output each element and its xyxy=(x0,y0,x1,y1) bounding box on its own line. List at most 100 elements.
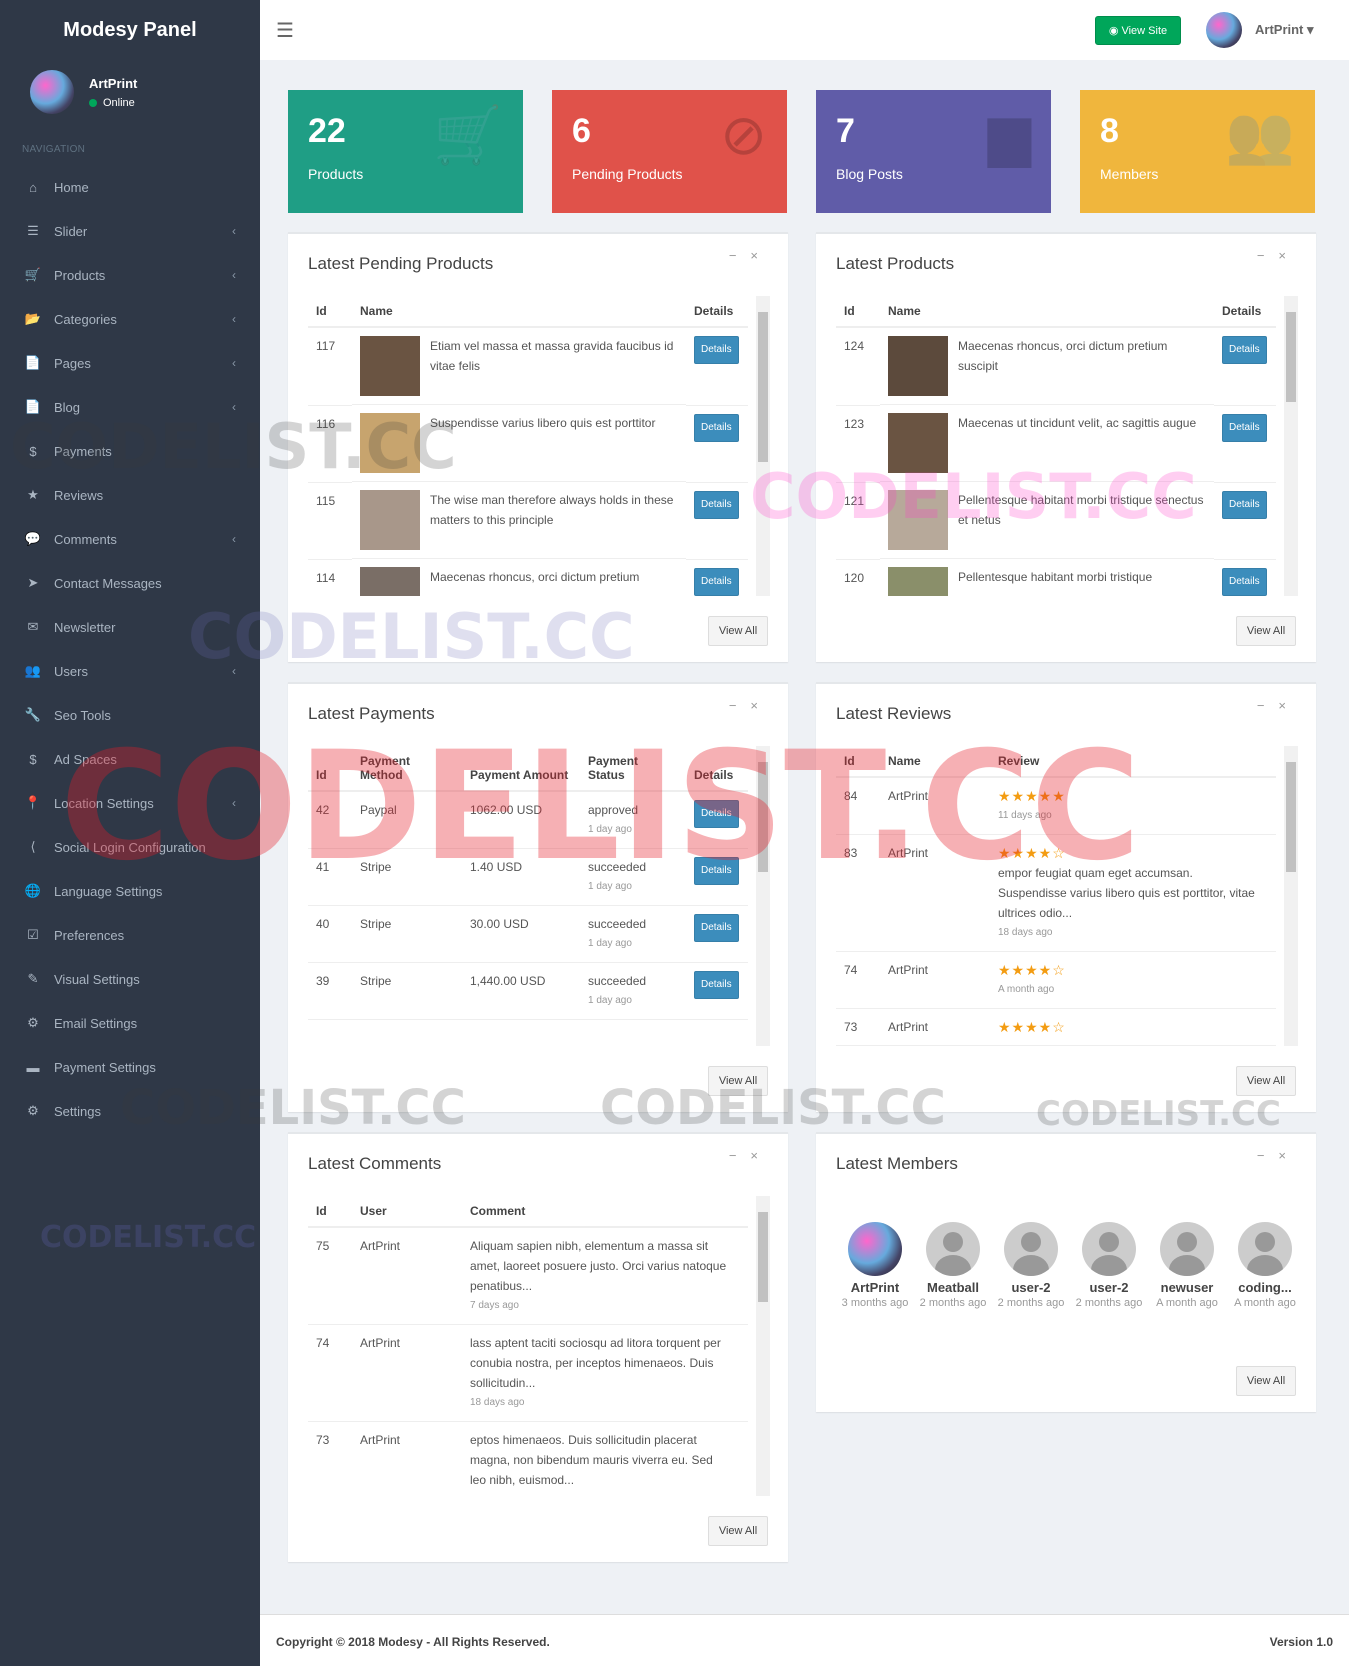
details-button[interactable]: Details xyxy=(694,857,739,885)
scrollbar[interactable] xyxy=(756,296,770,596)
table-row: 74 ArtPrint lass aptent taciti sociosqu ad… xyxy=(308,1324,748,1422)
sidebar-item-contact-messages[interactable]: ➤ Contact Messages xyxy=(0,561,260,605)
nav-label: Blog xyxy=(54,399,81,415)
product-name[interactable]: Pellentesque habitant morbi tristique se… xyxy=(958,490,1206,550)
scrollbar[interactable] xyxy=(756,746,770,1046)
box-title: Latest Reviews xyxy=(836,704,952,723)
product-name[interactable]: The wise man therefore always holds in t… xyxy=(430,490,678,550)
details-button[interactable]: Details xyxy=(694,800,739,828)
box-tools[interactable]: −× xyxy=(729,698,772,713)
products-table: Id Name Details 124 Maecenas rhoncus, orc… xyxy=(836,296,1276,596)
box-tools[interactable]: −× xyxy=(729,1148,772,1163)
scrollbar[interactable] xyxy=(1284,296,1298,596)
remove-icon: × xyxy=(750,248,772,263)
sidebar-item-blog[interactable]: 📄 Blog ‹ xyxy=(0,385,260,429)
sidebar-item-seo-tools[interactable]: 🔧 Seo Tools xyxy=(0,693,260,737)
sidebar-item-language-settings[interactable]: 🌐 Language Settings xyxy=(0,869,260,913)
details-button[interactable]: Details xyxy=(1222,413,1267,442)
sidebar-item-payments[interactable]: $ Payments xyxy=(0,429,260,473)
stat-label: Products xyxy=(308,166,364,182)
details-button[interactable]: Details xyxy=(694,914,739,942)
member-item[interactable]: coding... A month ago xyxy=(1226,1222,1304,1309)
product-name[interactable]: Maecenas rhoncus, orci dictum pretium su… xyxy=(958,336,1206,396)
nav-icon: ☑ xyxy=(27,927,39,942)
latest-products-box: Latest Products −× Id Name Details 124 Ma… xyxy=(816,232,1316,662)
product-name[interactable]: Etiam vel massa et massa gravida faucibu… xyxy=(430,336,678,396)
chevron-left-icon: ‹ xyxy=(232,356,236,370)
sidebar-item-ad-spaces[interactable]: $ Ad Spaces xyxy=(0,737,260,781)
sidebar-item-settings[interactable]: ⚙ Settings xyxy=(0,1089,260,1133)
product-name[interactable]: Maecenas ut tincidunt velit, ac sagittis… xyxy=(958,413,1196,473)
stat-icon: 👥 xyxy=(1225,103,1295,166)
table-row: 124 Maecenas rhoncus, orci dictum pretium… xyxy=(836,327,1276,406)
user-name: ArtPrint xyxy=(89,75,138,91)
stat-box[interactable]: 7 Blog Posts ▆ xyxy=(816,90,1051,213)
remove-icon: × xyxy=(1278,248,1300,263)
eye-icon: ◉ xyxy=(1108,25,1119,37)
sidebar-item-home[interactable]: ⌂ Home xyxy=(0,165,260,209)
view-all-button[interactable]: View All xyxy=(708,616,768,646)
nav-label: Payment Settings xyxy=(54,1059,156,1075)
sidebar-item-pages[interactable]: 📄 Pages ‹ xyxy=(0,341,260,385)
view-all-button[interactable]: View All xyxy=(708,1066,768,1096)
sidebar-item-slider[interactable]: ☰ Slider ‹ xyxy=(0,209,260,253)
sidebar-item-newsletter[interactable]: ✉ Newsletter xyxy=(0,605,260,649)
member-item[interactable]: newuser A month ago xyxy=(1148,1222,1226,1309)
box-tools[interactable]: −× xyxy=(1257,698,1300,713)
view-site-button[interactable]: ◉ View Site xyxy=(1095,16,1181,45)
member-item[interactable]: Meatball 2 months ago xyxy=(914,1222,992,1309)
details-button[interactable]: Details xyxy=(694,490,739,519)
member-item[interactable]: ArtPrint 3 months ago xyxy=(836,1222,914,1309)
sidebar-item-comments[interactable]: 💬 Comments ‹ xyxy=(0,517,260,561)
sidebar-item-categories[interactable]: 📂 Categories ‹ xyxy=(0,297,260,341)
nav-icon: $ xyxy=(29,751,37,767)
nav-label: Categories xyxy=(54,311,117,327)
stat-icon: ⊘ xyxy=(720,103,767,166)
stat-box[interactable]: 8 Members 👥 xyxy=(1080,90,1315,213)
product-name[interactable]: Pellentesque habitant morbi tristique xyxy=(958,567,1152,596)
box-tools[interactable]: −× xyxy=(729,248,772,263)
view-all-button[interactable]: View All xyxy=(1236,616,1296,646)
box-tools[interactable]: −× xyxy=(1257,248,1300,263)
scrollbar[interactable] xyxy=(756,1196,770,1496)
details-button[interactable]: Details xyxy=(1222,490,1267,519)
user-dropdown[interactable]: ArtPrint ▾ xyxy=(1255,22,1314,38)
view-all-button[interactable]: View All xyxy=(1236,1066,1296,1096)
payments-box: Latest Payments −× Id Payment Method Pay… xyxy=(288,682,788,1112)
sidebar-item-preferences[interactable]: ☑ Preferences xyxy=(0,913,260,957)
details-button[interactable]: Details xyxy=(694,971,739,999)
details-button[interactable]: Details xyxy=(1222,336,1267,364)
member-item[interactable]: user-2 2 months ago xyxy=(992,1222,1070,1309)
avatar xyxy=(1082,1222,1136,1276)
details-button[interactable]: Details xyxy=(694,413,739,442)
menu-toggle-icon[interactable]: ☰ xyxy=(276,18,294,43)
details-button[interactable]: Details xyxy=(694,567,739,596)
sidebar-item-users[interactable]: 👥 Users ‹ xyxy=(0,649,260,693)
sidebar-item-social-login-configuration[interactable]: ⟨ Social Login Configuration xyxy=(0,825,260,869)
stat-box[interactable]: 6 Pending Products ⊘ xyxy=(552,90,787,213)
details-button[interactable]: Details xyxy=(694,336,739,364)
sidebar-item-location-settings[interactable]: 📍 Location Settings ‹ xyxy=(0,781,260,825)
product-name[interactable]: Suspendisse varius libero quis est portt… xyxy=(430,413,655,473)
product-name[interactable]: Maecenas rhoncus, orci dictum pretium xyxy=(430,567,639,596)
sidebar-item-visual-settings[interactable]: ✎ Visual Settings xyxy=(0,957,260,1001)
nav-icon: 📄 xyxy=(24,399,42,414)
stat-box[interactable]: 22 Products 🛒 xyxy=(288,90,523,213)
stat-number: 22 xyxy=(308,112,346,150)
nav-menu: ⌂ Home ☰ Slider ‹ 🛒 Products ‹ 📂 Categories ‹ 📄 Page… xyxy=(0,165,260,1133)
sidebar-item-reviews[interactable]: ★ Reviews xyxy=(0,473,260,517)
sidebar-item-products[interactable]: 🛒 Products ‹ xyxy=(0,253,260,297)
product-image xyxy=(888,490,948,550)
member-item[interactable]: user-2 2 months ago xyxy=(1070,1222,1148,1309)
brand-logo[interactable]: Modesy Panel xyxy=(0,0,260,60)
footer: Copyright © 2018 Modesy - All Rights Res… xyxy=(260,1614,1349,1666)
view-all-button[interactable]: View All xyxy=(1236,1366,1296,1396)
chevron-left-icon: ‹ xyxy=(232,400,236,414)
sidebar-item-email-settings[interactable]: ⚙ Email Settings xyxy=(0,1001,260,1045)
box-tools[interactable]: −× xyxy=(1257,1148,1300,1163)
sidebar-item-payment-settings[interactable]: ▬ Payment Settings xyxy=(0,1045,260,1089)
details-button[interactable]: Details xyxy=(1222,567,1267,596)
top-avatar[interactable] xyxy=(1206,12,1242,48)
view-all-button[interactable]: View All xyxy=(708,1516,768,1546)
scrollbar[interactable] xyxy=(1284,746,1298,1046)
